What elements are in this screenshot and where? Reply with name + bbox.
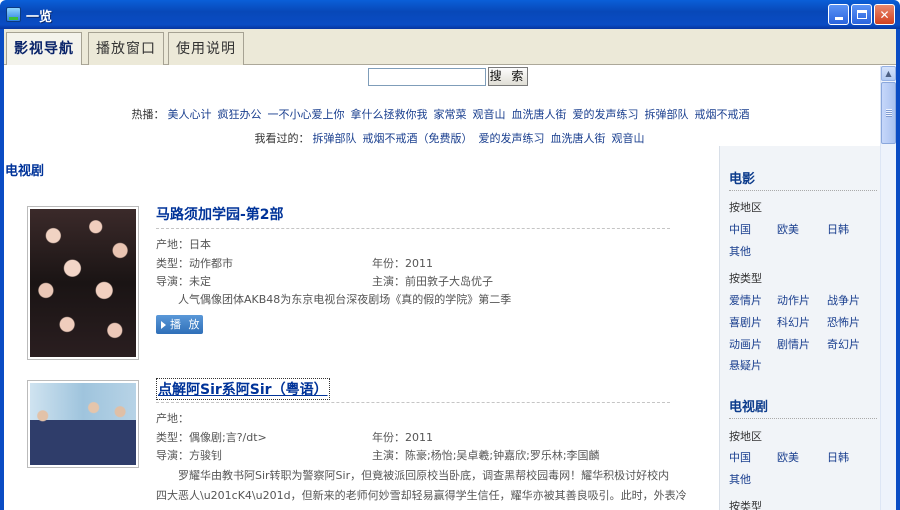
item-cast: 主演：陈豪;杨怡;吴卓羲;钟嘉欣;罗乐林;李国麟 bbox=[372, 449, 600, 462]
divider bbox=[156, 228, 670, 229]
minimize-icon bbox=[834, 17, 843, 20]
sidebar-link[interactable]: 中国 bbox=[729, 221, 751, 237]
sidebar-subheading: 按类型 bbox=[729, 272, 762, 285]
item-origin: 产地： bbox=[156, 412, 189, 425]
sidebar-link[interactable]: 其他 bbox=[729, 243, 751, 259]
hot-item[interactable]: 观音山 bbox=[473, 108, 506, 121]
tab-player[interactable]: 播放窗口 bbox=[88, 32, 164, 65]
close-icon: ✕ bbox=[879, 7, 890, 22]
sidebar-link[interactable]: 动作片 bbox=[777, 292, 810, 308]
item-description: 人气偶像团体AKB48为东京电视台深夜剧场《真的假的学院》第二季 bbox=[178, 293, 512, 306]
window-title: 一览 bbox=[26, 10, 53, 25]
hot-item[interactable]: 疯狂办公 bbox=[218, 108, 262, 121]
category-sidebar: 电影 按地区 中国 欧美 日韩 其他 按类型 爱情片 动作片 战争片 喜剧片 科… bbox=[719, 146, 880, 510]
close-button[interactable]: ✕ bbox=[874, 4, 895, 25]
play-button[interactable]: 播 放 bbox=[156, 315, 203, 334]
sidebar-link[interactable]: 恐怖片 bbox=[827, 314, 860, 330]
hot-item[interactable]: 拿什么拯救你我 bbox=[351, 108, 428, 121]
seen-item[interactable]: 拆弹部队 bbox=[313, 132, 357, 145]
play-icon bbox=[161, 321, 166, 329]
divider bbox=[729, 190, 877, 191]
sidebar-link[interactable]: 欧美 bbox=[777, 221, 799, 237]
title-bar[interactable]: 一览 ✕ bbox=[0, 0, 900, 29]
seen-item[interactable]: 爱的发声练习 bbox=[479, 132, 545, 145]
section-title: 电视剧 bbox=[5, 164, 45, 179]
hot-item[interactable]: 戒烟不戒酒 bbox=[695, 108, 750, 121]
vertical-scrollbar[interactable]: ▲ bbox=[880, 66, 896, 510]
sidebar-link[interactable]: 其他 bbox=[729, 471, 751, 487]
tab-help[interactable]: 使用说明 bbox=[168, 32, 244, 65]
sidebar-link[interactable]: 爱情片 bbox=[729, 292, 762, 308]
poster-image[interactable] bbox=[27, 206, 139, 360]
item-description: 罗耀华由教书阿Sir转职为警察阿Sir，但竟被派回原校当卧底，调查黑帮校园毒网！… bbox=[178, 469, 670, 482]
item-genre: 类型：动作都市 bbox=[156, 257, 233, 270]
maximize-button[interactable] bbox=[851, 4, 872, 25]
item-cast: 主演：前田敦子大岛优子 bbox=[372, 275, 493, 288]
tab-navigation[interactable]: 影视导航 bbox=[6, 32, 82, 65]
sidebar-subheading: 按地区 bbox=[729, 430, 762, 443]
sidebar-link[interactable]: 剧情片 bbox=[777, 336, 810, 352]
poster-image[interactable] bbox=[27, 380, 139, 468]
tab-bar: 影视导航 播放窗口 使用说明 bbox=[4, 29, 896, 65]
item-year: 年份：2011 bbox=[372, 257, 433, 270]
seen-label: 我看过的： bbox=[254, 132, 310, 145]
window-frame-right bbox=[896, 29, 900, 510]
sidebar-link[interactable]: 日韩 bbox=[827, 449, 849, 465]
item-year: 年份：2011 bbox=[372, 431, 433, 444]
search-button[interactable]: 搜 索 bbox=[488, 67, 528, 86]
sidebar-heading-movie[interactable]: 电影 bbox=[729, 168, 755, 187]
sidebar-link[interactable]: 动画片 bbox=[729, 336, 762, 352]
grip-icon bbox=[886, 109, 892, 117]
scroll-thumb[interactable] bbox=[881, 82, 896, 144]
seen-list: 我看过的： 拆弹部队 戒烟不戒酒（免费版） 爱的发声练习 血洗唐人街 观音山 bbox=[4, 130, 880, 146]
hot-item[interactable]: 拆弹部队 bbox=[645, 108, 689, 121]
item-director: 导演：方骏钊 bbox=[156, 449, 222, 462]
sidebar-link[interactable]: 中国 bbox=[729, 449, 751, 465]
seen-item[interactable]: 血洗唐人街 bbox=[551, 132, 606, 145]
minimize-button[interactable] bbox=[828, 4, 849, 25]
item-genre: 类型：偶像剧;言?/dt> bbox=[156, 431, 267, 444]
divider bbox=[156, 402, 670, 403]
item-description: 四大恶人\u201cK4\u201d，但新来的老师何妙雪却轻易赢得学生信任，耀华… bbox=[156, 489, 687, 502]
hot-label: 热播： bbox=[131, 108, 165, 121]
hot-item[interactable]: 一不小心爱上你 bbox=[268, 108, 345, 121]
seen-item[interactable]: 戒烟不戒酒（免费版） bbox=[363, 132, 473, 145]
sidebar-link[interactable]: 欧美 bbox=[777, 449, 799, 465]
hot-item[interactable]: 美人心计 bbox=[168, 108, 212, 121]
sidebar-link[interactable]: 喜剧片 bbox=[729, 314, 762, 330]
hot-item[interactable]: 血洗唐人街 bbox=[512, 108, 567, 121]
content-area: 搜 索 热播： 美人心计 疯狂办公 一不小心爱上你 拿什么拯救你我 家常菜 观音山 血洗唐人街… bbox=[4, 66, 880, 510]
sidebar-link[interactable]: 科幻片 bbox=[777, 314, 810, 330]
sidebar-heading-tv[interactable]: 电视剧 bbox=[729, 396, 768, 415]
search-input[interactable] bbox=[368, 68, 486, 86]
hot-item[interactable]: 爱的发声练习 bbox=[573, 108, 639, 121]
divider bbox=[729, 418, 877, 419]
sidebar-link[interactable]: 日韩 bbox=[827, 221, 849, 237]
hot-item[interactable]: 家常菜 bbox=[434, 108, 467, 121]
item-origin: 产地：日本 bbox=[156, 238, 211, 251]
seen-item[interactable]: 观音山 bbox=[612, 132, 645, 145]
item-title[interactable]: 马路须加学园-第2部 bbox=[156, 204, 284, 224]
sidebar-subheading: 按地区 bbox=[729, 201, 762, 214]
item-title[interactable]: 点解阿Sir系阿Sir（粤语） bbox=[156, 378, 330, 400]
hot-list: 热播： 美人心计 疯狂办公 一不小心爱上你 拿什么拯救你我 家常菜 观音山 血洗唐人街 爱的发声… bbox=[4, 106, 880, 122]
app-icon bbox=[6, 7, 21, 22]
sidebar-link[interactable]: 奇幻片 bbox=[827, 336, 860, 352]
item-director: 导演：未定 bbox=[156, 275, 211, 288]
sidebar-subheading: 按类型 bbox=[729, 500, 762, 510]
maximize-icon bbox=[856, 10, 867, 19]
sidebar-link[interactable]: 战争片 bbox=[827, 292, 860, 308]
scroll-up-button[interactable]: ▲ bbox=[881, 66, 896, 81]
sidebar-link[interactable]: 悬疑片 bbox=[729, 357, 762, 373]
